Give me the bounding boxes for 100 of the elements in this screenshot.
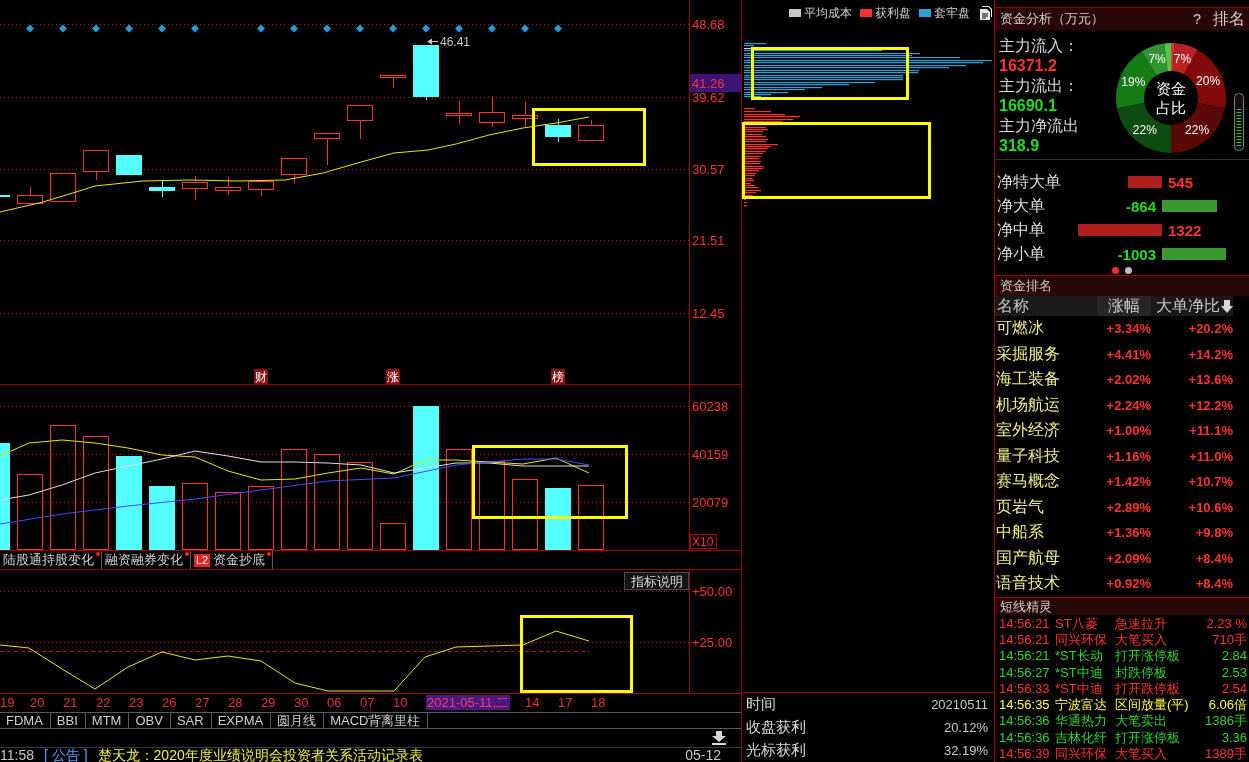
document-icon[interactable] — [979, 6, 992, 20]
alert-event: 打开涨停板 — [1115, 648, 1180, 664]
news-date: 05-12 — [685, 748, 721, 762]
candlestick — [281, 157, 307, 184]
chart-title: 资金占比 — [1155, 79, 1187, 117]
column-header[interactable]: 大单净比 — [1151, 296, 1233, 316]
column-header[interactable]: 名称 — [995, 296, 1097, 316]
change-percent: +2.02% — [1105, 371, 1151, 390]
event-marker[interactable]: 财 — [254, 369, 268, 384]
stat-label: 时间 — [746, 695, 776, 714]
help-button[interactable]: ? — [1191, 11, 1203, 27]
candlestick — [182, 175, 208, 201]
column-header[interactable]: 涨幅 — [1097, 296, 1151, 316]
alert-event: 打开跌停板 — [1115, 680, 1180, 696]
date-label: 14 — [525, 695, 540, 710]
diamond-icon — [257, 24, 265, 33]
date-label: 20 — [30, 695, 45, 710]
candlestick — [314, 132, 340, 166]
alert-value: 2.53 — [1221, 664, 1247, 680]
candlestick — [149, 179, 175, 198]
news-headline[interactable]: 楚天龙：2020年度业绩说明会投资者关系活动记录表 — [97, 748, 423, 762]
flow-label: 主力流出： — [999, 76, 1079, 96]
alert-value: 2.23 % — [1206, 615, 1247, 631]
alert-value: 1386手 — [1205, 713, 1247, 729]
data-tab[interactable]: L2 资金抄底 — [191, 551, 274, 569]
flow-value: 16690.1 — [999, 96, 1057, 116]
alert-event: 大笔买入 — [1115, 746, 1167, 761]
download-icon[interactable] — [711, 731, 727, 745]
stat-value: 32.19% — [943, 743, 988, 758]
page-dot-icon[interactable] — [1125, 266, 1132, 274]
scrollbar[interactable] — [1234, 93, 1244, 151]
stat-label: 光标获利 — [746, 741, 806, 760]
date-label: 2021-05-11,二 — [426, 695, 511, 710]
candlestick — [116, 155, 142, 175]
sector-name[interactable]: 室外经济 — [995, 418, 1097, 444]
candlestick — [446, 100, 472, 125]
diamond-icon — [422, 24, 430, 33]
volume-bar — [380, 523, 406, 550]
axis-label: +25.00 — [692, 635, 733, 650]
net-ratio: +11.1% — [1188, 422, 1233, 441]
sector-name[interactable]: 量子科技 — [995, 443, 1097, 469]
net-ratio: +10.6% — [1187, 498, 1233, 517]
candlestick — [83, 149, 109, 181]
axis-label: 30.57 — [692, 162, 725, 177]
sector-name[interactable]: 赛马概念 — [995, 469, 1097, 495]
alert-time: 14:56:21 — [999, 631, 1050, 647]
sector-name[interactable]: 机场航运 — [995, 392, 1097, 418]
volume-bar — [215, 492, 241, 550]
event-marker[interactable]: 榜 — [551, 369, 565, 384]
date-label: 29 — [261, 695, 276, 710]
diamond-icon — [554, 24, 562, 33]
candlestick — [578, 119, 604, 142]
slice-label: 22% — [1132, 122, 1157, 137]
sector-name[interactable]: 海工装备 — [995, 367, 1097, 393]
event-marker[interactable]: 涨 — [386, 369, 400, 384]
flow-label: 主力净流出 — [999, 116, 1079, 136]
axis-label: 48.68 — [692, 17, 725, 32]
date-label: 17 — [558, 695, 573, 710]
alert-time: 14:56:21 — [999, 648, 1050, 664]
section-title: 短线精灵 — [995, 598, 1249, 615]
date-label: 19 — [0, 695, 15, 710]
change-percent: +2.24% — [1105, 396, 1151, 415]
sector-name[interactable]: 中船系 — [995, 520, 1097, 546]
date-label: 23 — [129, 695, 144, 710]
candlestick — [512, 101, 538, 128]
sector-name[interactable]: 语音技术 — [995, 571, 1097, 597]
news-category[interactable]: [ 公告 ] — [44, 748, 88, 762]
diamond-icon — [59, 24, 67, 33]
change-percent: +3.34% — [1105, 320, 1151, 339]
alert-time: 14:56:35 — [999, 697, 1050, 713]
diamond-icon — [389, 24, 397, 33]
volume-bar — [545, 488, 571, 550]
data-tab[interactable]: 融资融券变化 — [102, 551, 191, 569]
candlestick — [380, 74, 406, 89]
diamond-icon — [356, 24, 364, 33]
date-label: 28 — [228, 695, 243, 710]
sector-name[interactable]: 采掘服务 — [995, 341, 1097, 367]
stock-name: 同兴环保 — [1055, 746, 1107, 761]
candlestick — [545, 118, 571, 143]
current-price-tag: 41.26 — [690, 74, 741, 92]
help-button[interactable]: 指标说明 — [624, 572, 689, 590]
flow-value: 16371.2 — [999, 56, 1057, 76]
l2-badge: L2 — [194, 553, 211, 567]
diamond-icon — [158, 24, 166, 33]
alert-event: 急速拉升 — [1115, 615, 1167, 631]
candlestick — [17, 186, 43, 205]
net-ratio: +20.2% — [1187, 320, 1233, 339]
axis-label: 39.62 — [692, 90, 725, 105]
sector-name[interactable]: 页岩气 — [995, 494, 1097, 520]
alert-value: 6.06倍 — [1208, 697, 1247, 713]
sector-name[interactable]: 可燃冰 — [995, 316, 1097, 342]
diamond-icon — [26, 24, 34, 33]
data-tab[interactable]: 陆股通持股变化 — [0, 551, 102, 569]
order-type-label: 净小单 — [996, 243, 1045, 264]
net-ratio: +14.2% — [1187, 345, 1233, 364]
stock-name: 吉林化纤 — [1055, 729, 1107, 745]
stat-value: 20210511 — [931, 697, 988, 712]
page-dot-icon[interactable] — [1112, 266, 1119, 274]
ranking-link[interactable]: 排名 — [1213, 8, 1245, 30]
sector-name[interactable]: 国产航母 — [995, 545, 1097, 571]
